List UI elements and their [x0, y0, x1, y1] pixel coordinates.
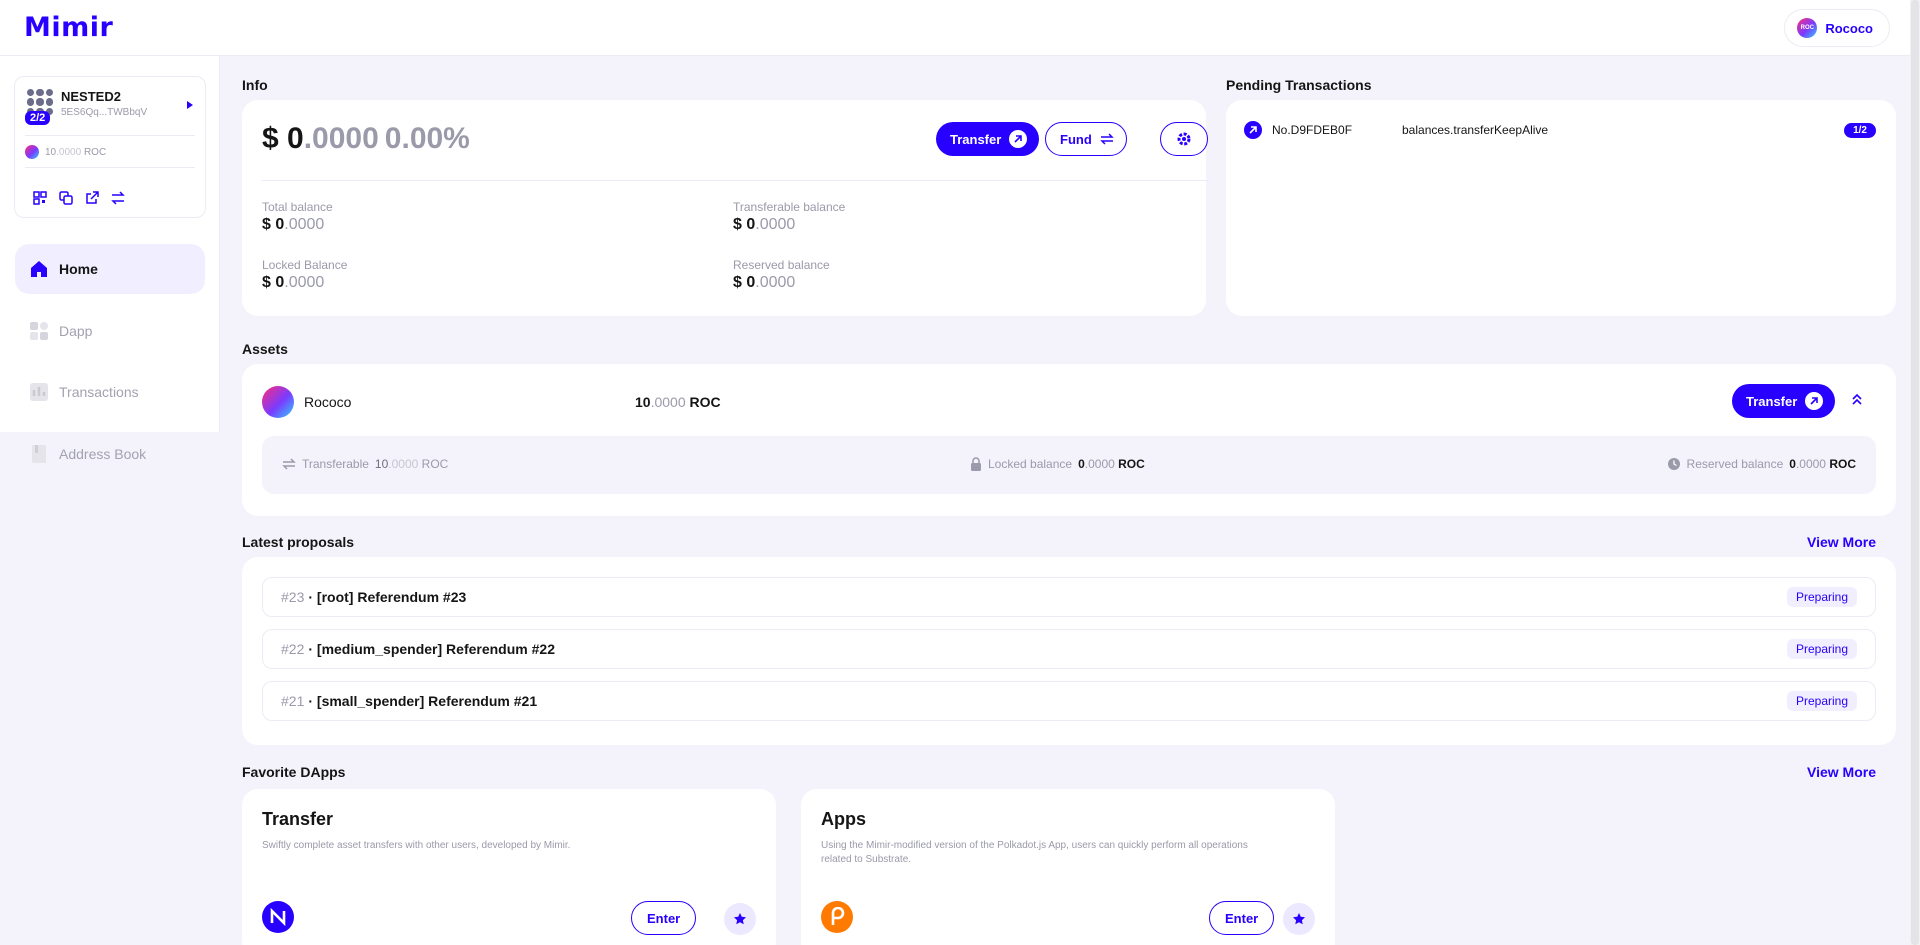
- asset-name-cell: Rococo: [262, 386, 351, 418]
- swap-arrows-icon: [1099, 133, 1114, 145]
- total-balance-value: $ 0.0000: [262, 216, 325, 233]
- clock-icon: [1667, 458, 1680, 470]
- transferable-detail: Transferable 10.0000 ROC: [282, 457, 448, 471]
- asset-amount: 10.0000 ROC: [635, 394, 721, 410]
- status-badge: Preparing: [1786, 639, 1857, 659]
- book-icon: [32, 445, 46, 463]
- proposal-row[interactable]: #23 · [root] Referendum #23 Preparing: [262, 577, 1876, 617]
- rococo-network-icon: ROC: [1797, 18, 1818, 38]
- assets-card: Rococo 10.0000 ROC Transfer Transferable…: [242, 364, 1896, 516]
- account-balance: 10.0000 ROC: [25, 145, 106, 159]
- arrow-up-right-icon: [1244, 121, 1262, 139]
- pending-transaction-row[interactable]: No.D9FDEB0F balances.transferKeepAlive 1…: [1244, 120, 1876, 140]
- transferable-balance-label: Transferable balance: [733, 200, 846, 214]
- reserved-balance-value: $ 0.0000: [733, 274, 796, 291]
- home-icon: [31, 261, 47, 277]
- account-card[interactable]: 2/2 NESTED2 5ES6Qq...TWBbqV 10.0000 ROC: [14, 76, 206, 218]
- dapp-name: Transfer: [262, 809, 334, 829]
- asset-transfer-button[interactable]: Transfer: [1732, 384, 1836, 418]
- assets-section-title: Assets: [242, 341, 288, 357]
- favorite-star-icon[interactable]: [1283, 903, 1315, 935]
- mimir-logo[interactable]: Mimir: [24, 12, 113, 43]
- status-badge: Preparing: [1786, 691, 1857, 711]
- mimir-dapp-logo-icon: [262, 901, 294, 933]
- info-section-title: Info: [242, 77, 268, 93]
- favorite-star-icon[interactable]: [724, 903, 756, 935]
- proposal-row[interactable]: #21 · [small_spender] Referendum #21 Pre…: [262, 681, 1876, 721]
- sidebar: 2/2 NESTED2 5ES6Qq...TWBbqV 10.0000 ROC …: [0, 56, 220, 945]
- account-name: NESTED2: [61, 89, 121, 104]
- network-selector-button[interactable]: ROC Rococo: [1784, 9, 1890, 47]
- transaction-number: No.D9FDEB0F: [1272, 123, 1353, 137]
- gear-icon: [1177, 132, 1191, 146]
- sidebar-item-transactions[interactable]: Transactions: [15, 367, 205, 417]
- transactions-icon: [30, 383, 48, 401]
- dapps-section-title: Favorite DApps: [242, 764, 346, 780]
- asset-details: Transferable 10.0000 ROC Locked balance …: [262, 436, 1876, 494]
- rococo-token-icon: [262, 386, 294, 418]
- locked-balance-value: $ 0.0000: [262, 274, 325, 291]
- enter-button[interactable]: Enter: [1209, 901, 1275, 935]
- divider: [262, 180, 1208, 181]
- total-value: $ 0.0000 0.00%: [262, 122, 470, 155]
- transfer-button[interactable]: Transfer: [936, 122, 1040, 156]
- qrcode-icon[interactable]: [33, 191, 47, 205]
- sidebar-item-home[interactable]: Home: [15, 244, 205, 294]
- sidebar-item-label: Transactions: [59, 384, 139, 400]
- account-actions: [33, 191, 125, 205]
- lock-icon: [971, 457, 981, 471]
- dapps-view-more-link[interactable]: View More: [1807, 764, 1876, 780]
- sidebar-item-label: Home: [59, 261, 98, 277]
- asset-name: Rococo: [304, 394, 352, 410]
- divider: [25, 135, 195, 136]
- transfer-arrows-icon[interactable]: [111, 191, 125, 205]
- sidebar-item-address-book[interactable]: Address Book: [15, 429, 205, 479]
- top-header: Mimir ROC Rococo: [0, 0, 1920, 56]
- sidebar-item-label: Dapp: [59, 323, 93, 339]
- proposal-row[interactable]: #22 · [medium_spender] Referendum #22 Pr…: [262, 629, 1876, 669]
- reserved-detail: Reserved balance 0.0000 ROC: [1667, 457, 1856, 471]
- total-balance-label: Total balance: [262, 200, 333, 214]
- dapp-card-apps[interactable]: Apps Using the Mimir-modified version of…: [801, 789, 1335, 945]
- swap-arrows-icon: [282, 458, 296, 470]
- pending-section-title: Pending Transactions: [1226, 77, 1372, 93]
- locked-balance-label: Locked Balance: [262, 258, 348, 272]
- copy-icon[interactable]: [59, 191, 73, 205]
- reserved-balance-label: Reserved balance: [733, 258, 830, 272]
- enter-button[interactable]: Enter: [631, 901, 697, 935]
- dapp-name: Apps: [821, 809, 866, 829]
- status-badge: Preparing: [1786, 587, 1857, 607]
- account-address: 5ES6Qq...TWBbqV: [61, 107, 148, 118]
- scrollbar-thumb[interactable]: [1911, 0, 1919, 945]
- divider: [25, 167, 195, 168]
- threshold-badge: 2/2: [25, 111, 51, 125]
- fund-button[interactable]: Fund: [1045, 122, 1127, 156]
- approval-count-badge: 1/2: [1844, 122, 1876, 138]
- dapp-card-transfer[interactable]: Transfer Swiftly complete asset transfer…: [242, 789, 776, 945]
- chevron-double-up-icon[interactable]: [1850, 392, 1864, 406]
- caret-right-icon[interactable]: [187, 101, 193, 109]
- dapp-description: Swiftly complete asset transfers with ot…: [262, 840, 571, 851]
- sidebar-item-dapp[interactable]: Dapp: [15, 306, 205, 356]
- sidebar-item-label: Address Book: [59, 446, 147, 462]
- settings-button[interactable]: [1160, 122, 1208, 156]
- dapp-description: Using the Mimir-modified version of the …: [821, 840, 1248, 865]
- rococo-token-icon: [25, 145, 39, 159]
- arrow-up-right-icon: [1805, 392, 1824, 410]
- apps-icon: [30, 322, 48, 340]
- pending-card: No.D9FDEB0F balances.transferKeepAlive 1…: [1226, 100, 1896, 316]
- polkadot-logo-icon: [821, 901, 853, 933]
- proposals-view-more-link[interactable]: View More: [1807, 534, 1876, 550]
- locked-detail: Locked balance 0.0000 ROC: [970, 457, 1145, 471]
- transferable-balance-value: $ 0.0000: [733, 216, 796, 233]
- proposals-card: #23 · [root] Referendum #23 Preparing #2…: [242, 557, 1896, 745]
- external-link-icon[interactable]: [85, 191, 99, 205]
- proposals-section-title: Latest proposals: [242, 534, 355, 550]
- transaction-method: balances.transferKeepAlive: [1402, 123, 1549, 137]
- network-label: Rococo: [1825, 20, 1873, 36]
- arrow-up-right-icon: [1009, 130, 1028, 148]
- info-card: $ 0.0000 0.00% Transfer Fund Total balanc…: [242, 100, 1208, 316]
- page-scrollbar[interactable]: [1910, 0, 1920, 945]
- sidebar-lower-area: [0, 432, 220, 945]
